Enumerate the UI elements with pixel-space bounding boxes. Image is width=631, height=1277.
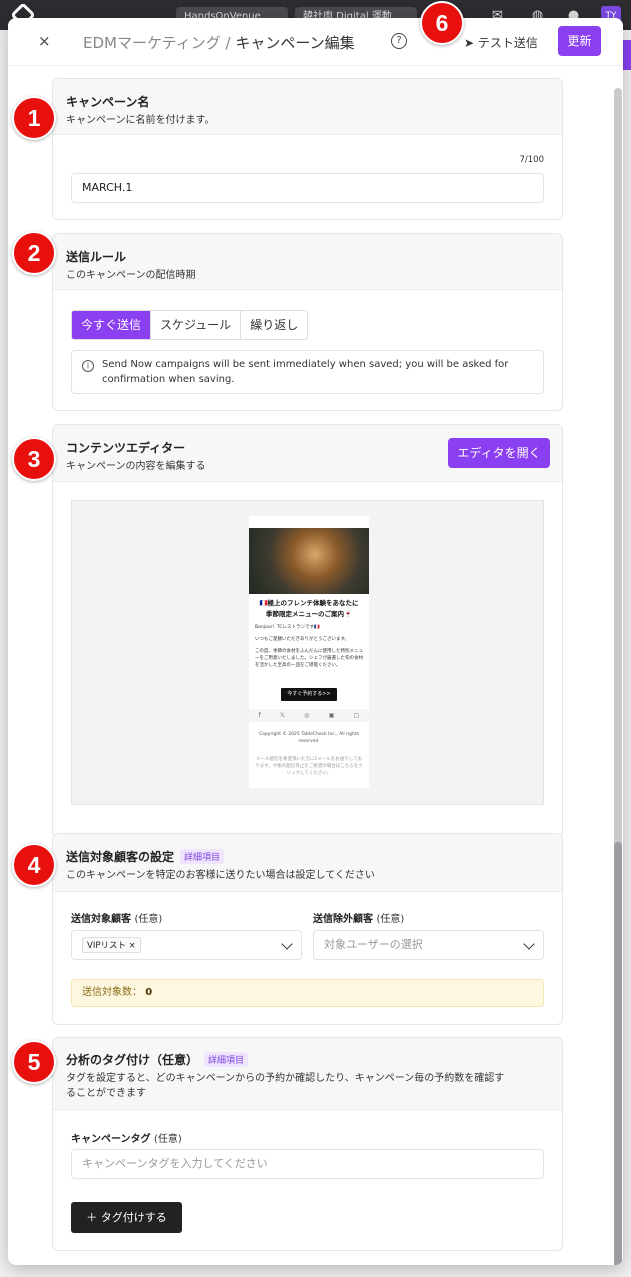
target-count-value: 0 bbox=[145, 987, 153, 998]
breadcrumb: EDMマーケティング / キャンペーン編集 bbox=[83, 32, 355, 53]
x-icon: 𝕏 bbox=[280, 712, 285, 719]
exclude-optional: (任意) bbox=[376, 914, 405, 925]
email-greeting: Bonjour！TCレストランです🇫🇷 bbox=[255, 625, 320, 630]
marker-4: 4 bbox=[12, 843, 56, 887]
send-rule-card: 送信ルール このキャンペーンの配信時期 今すぐ送信 スケジュール 繰り返し i … bbox=[52, 233, 563, 411]
send-rule-segmented-control: 今すぐ送信 スケジュール 繰り返し bbox=[71, 310, 309, 340]
target-customers-select[interactable]: VIPリスト × bbox=[71, 930, 302, 960]
advanced-badge: 詳細項目 bbox=[204, 1052, 249, 1067]
audience-card: 送信対象顧客の設定 詳細項目 このキャンペーンを特定のお客様に送りたい場合は設定し… bbox=[52, 833, 563, 1025]
email-body: この度、季節の食材をふんだんに使用した特別メニューをご用意いたしました。シェフが… bbox=[255, 649, 363, 668]
email-heading-line1: 🇫🇷極上のフレンチ体験をあなたに bbox=[259, 599, 359, 607]
marker-3: 3 bbox=[12, 437, 56, 481]
marker-6: 6 bbox=[420, 1, 464, 45]
exclude-customers-select[interactable]: 対象ユーザーの選択 bbox=[313, 930, 544, 960]
option-repeat[interactable]: 繰り返し bbox=[241, 311, 307, 339]
campaign-name-subtitle: キャンペーンに名前を付けます。 bbox=[66, 115, 215, 126]
exclude-placeholder: 対象ユーザーの選択 bbox=[324, 938, 423, 951]
scrollbar-thumb[interactable] bbox=[614, 842, 622, 1265]
audience-subtitle: このキャンペーンを特定のお客様に送りたい場合は設定してください bbox=[66, 870, 375, 881]
breadcrumb-parent[interactable]: EDMマーケティング / bbox=[83, 34, 231, 52]
email-heading: 🇫🇷極上のフレンチ体験をあなたに 季節限定メニューのご案内🍷 bbox=[253, 598, 365, 620]
email-hero-image bbox=[249, 528, 369, 594]
modal-header: × EDMマーケティング / キャンペーン編集 ? ➤ テスト送信 更新 bbox=[8, 18, 623, 66]
send-now-info-text: Send Now campaigns will be sent immediat… bbox=[102, 359, 509, 385]
target-count-banner: 送信対象数： 0 bbox=[71, 979, 544, 1007]
send-now-info: i Send Now campaigns will be sent immedi… bbox=[71, 350, 544, 394]
email-social-row: f 𝕏 ◎ ▣ ▢ bbox=[249, 709, 369, 722]
audience-title: 送信対象顧客の設定 詳細項目 bbox=[66, 848, 549, 865]
target-count-label: 送信対象数： bbox=[82, 987, 142, 998]
marker-5: 5 bbox=[12, 1040, 56, 1084]
email-preview-area: 🇫🇷極上のフレンチ体験をあなたに 季節限定メニューのご案内🍷 Bonjour！TC… bbox=[71, 500, 544, 805]
campaign-name-header: キャンペーン名 キャンペーンに名前を付けます。 bbox=[53, 79, 562, 135]
line-icon: ▣ bbox=[328, 712, 335, 719]
add-tag-button[interactable]: ＋ タグ付けする bbox=[71, 1202, 182, 1233]
marker-2: 2 bbox=[12, 231, 56, 275]
campaign-tag-input[interactable]: キャンペーンタグを入力してください bbox=[71, 1149, 544, 1179]
help-icon[interactable]: ? bbox=[391, 33, 407, 49]
audience-header: 送信対象顧客の設定 詳細項目 このキャンペーンを特定のお客様に送りたい場合は設定し… bbox=[53, 834, 562, 892]
email-cta-button: 今すぐ予約する>> bbox=[281, 688, 337, 701]
email-heading-line2: 季節限定メニューのご案内🍷 bbox=[265, 610, 353, 618]
advanced-badge: 詳細項目 bbox=[180, 849, 225, 864]
campaign-name-card: キャンペーン名 キャンペーンに名前を付けます。 7/100 MARCH.1 bbox=[52, 78, 563, 220]
breadcrumb-current: キャンペーン編集 bbox=[235, 34, 355, 52]
tagging-title-text: 分析のタグ付け（任意） bbox=[66, 1053, 199, 1067]
audience-title-text: 送信対象顧客の設定 bbox=[66, 850, 175, 864]
campaign-edit-modal: × EDMマーケティング / キャンペーン編集 ? ➤ テスト送信 更新 キャン… bbox=[8, 18, 623, 1265]
target-optional: (任意) bbox=[134, 914, 163, 925]
option-schedule[interactable]: スケジュール bbox=[151, 311, 242, 339]
tagging-subtitle: タグを設定すると、どのキャンペーンからの予約か確認したり、キャンペーン毎の予約数… bbox=[66, 1073, 505, 1099]
option-send-now[interactable]: 今すぐ送信 bbox=[72, 311, 152, 339]
open-editor-button[interactable]: エディタを開く bbox=[448, 438, 550, 468]
instagram-icon: ◎ bbox=[304, 712, 310, 719]
update-button[interactable]: 更新 bbox=[558, 26, 601, 56]
email-footer-note: メール配信を希望頂いた方にEメールをお送りしております。今後の配信停止をご希望の… bbox=[255, 757, 363, 776]
tagging-card: 分析のタグ付け（任意） 詳細項目 タグを設定すると、どのキャンペーンからの予約か確… bbox=[52, 1037, 563, 1251]
content-editor-card: コンテンツエディター キャンペーンの内容を編集する エディタを開く 🇫🇷極上のフ… bbox=[52, 424, 563, 837]
campaign-tag-label-text: キャンペーンタグ bbox=[71, 1134, 151, 1145]
exclude-label-text: 送信除外顧客 bbox=[313, 914, 373, 925]
tagging-header: 分析のタグ付け（任意） 詳細項目 タグを設定すると、どのキャンペーンからの予約か確… bbox=[53, 1038, 562, 1110]
chevron-down-icon bbox=[523, 938, 535, 950]
campaign-name-input[interactable]: MARCH.1 bbox=[71, 173, 544, 203]
exclude-customers-label: 送信除外顧客 (任意) bbox=[313, 910, 404, 925]
test-send-label: テスト送信 bbox=[477, 36, 538, 50]
close-icon[interactable]: × bbox=[38, 32, 51, 50]
campaign-tag-placeholder: キャンペーンタグを入力してください bbox=[82, 1157, 268, 1170]
campaign-tag-label: キャンペーンタグ (任意) bbox=[71, 1130, 182, 1145]
info-icon: i bbox=[82, 360, 94, 372]
tagging-title: 分析のタグ付け（任意） 詳細項目 bbox=[66, 1051, 549, 1068]
remove-chip-icon[interactable]: × bbox=[129, 941, 136, 951]
send-rule-subtitle: このキャンペーンの配信時期 bbox=[66, 270, 196, 281]
target-label-text: 送信対象顧客 bbox=[71, 914, 131, 925]
chevron-down-icon bbox=[281, 938, 293, 950]
campaign-tag-optional: (任意) bbox=[153, 1134, 182, 1145]
email-preview[interactable]: 🇫🇷極上のフレンチ体験をあなたに 季節限定メニューのご案内🍷 Bonjour！TC… bbox=[249, 516, 369, 788]
facebook-icon: f bbox=[258, 712, 261, 719]
vip-list-chip: VIPリスト × bbox=[82, 937, 141, 953]
char-counter: 7/100 bbox=[519, 155, 545, 165]
content-editor-header: コンテンツエディター キャンペーンの内容を編集する エディタを開く bbox=[53, 425, 562, 482]
send-rule-header: 送信ルール このキャンペーンの配信時期 bbox=[53, 234, 562, 290]
campaign-name-title: キャンペーン名 bbox=[66, 95, 150, 109]
send-rule-title: 送信ルール bbox=[66, 250, 127, 264]
marker-1: 1 bbox=[12, 96, 56, 140]
target-customers-label: 送信対象顧客 (任意) bbox=[71, 910, 162, 925]
test-send-button[interactable]: ➤ テスト送信 bbox=[464, 34, 538, 51]
email-thanks: いつもご愛顧いただきありがとうございます。 bbox=[255, 637, 350, 642]
vip-list-chip-label: VIPリスト bbox=[87, 941, 126, 951]
send-icon: ➤ bbox=[464, 36, 478, 50]
social-icon: ▢ bbox=[353, 712, 360, 719]
email-copyright: Copyright © 2025 TableCheck Inc., All ri… bbox=[258, 732, 359, 744]
